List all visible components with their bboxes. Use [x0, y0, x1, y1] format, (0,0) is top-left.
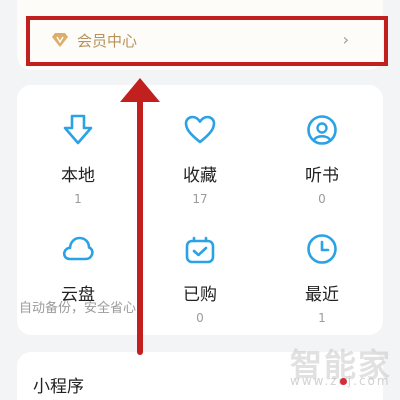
grid-count-purchased: 0	[196, 311, 204, 325]
vip-center-bar[interactable]: 会员中心 ›	[17, 0, 383, 70]
headphone-icon	[307, 115, 337, 145]
grid-label-local: 本地	[61, 166, 95, 186]
grid-count-audiobook: 0	[318, 192, 326, 206]
grid-item-audiobook[interactable]: 听书 0	[262, 113, 382, 206]
grid-count-recent: 1	[318, 311, 326, 325]
grid-item-favorites[interactable]: 收藏 17	[140, 113, 260, 206]
heart-icon	[184, 115, 216, 144]
grid-label-recent: 最近	[305, 285, 339, 305]
grid-item-purchased[interactable]: 已购 0	[140, 232, 260, 325]
grid-label-audiobook: 听书	[305, 166, 339, 186]
mini-program-title: 小程序	[33, 377, 84, 397]
clock-icon	[307, 234, 337, 264]
download-arrow-icon	[63, 114, 93, 145]
grid-count-favorites: 17	[192, 192, 208, 206]
grid-count-local: 1	[74, 192, 82, 206]
chevron-right-icon: ›	[342, 30, 349, 49]
cloud-subtitle: 自动备份，安全省心	[19, 301, 137, 316]
watermark-dot	[340, 378, 347, 385]
grid-item-local[interactable]: 本地 1	[18, 113, 138, 206]
vip-center-label: 会员中心	[77, 32, 138, 50]
purchased-bag-icon	[185, 236, 215, 264]
vip-diamond-icon	[52, 33, 68, 47]
grid-label-favorites: 收藏	[183, 166, 217, 186]
grid-item-cloud[interactable]: 云盘	[18, 232, 138, 305]
cloud-icon	[62, 236, 94, 261]
grid-item-recent[interactable]: 最近 1	[262, 232, 382, 325]
grid-label-purchased: 已购	[183, 285, 217, 305]
